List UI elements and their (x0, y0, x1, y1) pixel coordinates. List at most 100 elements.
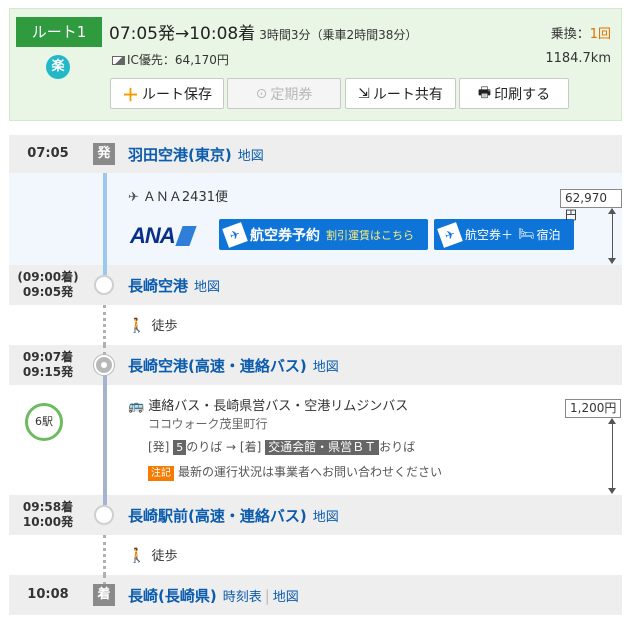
bed-icon: 🛏 (518, 227, 535, 242)
commuter-pass-button[interactable]: ⊙ 定期券 (227, 78, 341, 109)
departure-time: 09:15発 (22, 365, 74, 379)
station-link[interactable]: 長崎空港 (128, 277, 188, 295)
ana-logo-stripe (175, 226, 197, 246)
boarding-platform: 5 (173, 440, 187, 455)
walk-line-end (103, 345, 106, 355)
departure-badge: 発 (93, 143, 115, 165)
walk-label: 徒歩 (151, 549, 178, 564)
station-name: 長崎(長崎県) 時刻表 | 地図 (128, 585, 299, 606)
station-link[interactable]: 長崎(長崎県) (128, 587, 217, 605)
walk-line (103, 535, 106, 575)
flight-line-end (103, 265, 107, 275)
walk-info: 🚶 徒歩 (128, 545, 177, 564)
station-node (94, 505, 114, 525)
airplane-icon: ✈ (128, 190, 139, 205)
fare-range-arrow (608, 208, 616, 264)
boarding-info: [発] 5 のりば → [着] 交通会館・県営ＢＴ おりば (148, 438, 415, 455)
bus-line-name: 連絡バス・長崎県営バス・空港リムジンバス (148, 399, 409, 414)
commuter-pass-label: 定期券 (270, 86, 313, 103)
print-button[interactable]: 🖶 印刷する (459, 78, 569, 109)
flight-booking-banner[interactable]: ✈ 航空券予約 割引運賃はこちら (219, 219, 428, 250)
note-text: 最新の運行状況は事業者へお問い合わせください (178, 465, 443, 479)
ticket-icon: ✈ (222, 221, 248, 248)
discount-fare-label: 割引運賃はこちら (326, 228, 414, 242)
route-label[interactable]: ルート1 (16, 17, 102, 47)
ic-card-icon (112, 56, 125, 65)
arrival-time: (09:00着) (17, 270, 79, 284)
departure-time: 10:00発 (22, 515, 74, 529)
route-duration: 3時間3分（乗車2時間38分） (259, 28, 418, 42)
arrival-badge: 着 (93, 584, 115, 606)
map-link[interactable]: 地図 (313, 510, 339, 525)
walking-person-icon: 🚶 (128, 318, 146, 334)
bus-line (103, 385, 107, 495)
route-distance: 1184.7km (545, 51, 611, 66)
raku-badge-icon: 楽 (46, 55, 70, 79)
route-summary-card: ルート1 楽 07:05発→10:08着 3時間3分（乗車2時間38分） IC優先… (9, 8, 622, 121)
station-name: 羽田空港(東京) 地図 (128, 144, 264, 165)
departure-time: 07:05 (27, 146, 69, 161)
board-dep-label: [発] (148, 440, 170, 454)
transfer-label: 乗換： (550, 27, 590, 42)
station-row-nagasaki-airport: (09:00着) 09:05発 長崎空港 地図 (9, 265, 622, 305)
ana-logo-text: ANA (130, 223, 176, 248)
transfer-count: 乗換：1回 (551, 23, 611, 42)
print-label: 印刷する (494, 86, 551, 103)
flight-hotel-banner[interactable]: ✈ 航空券＋ 🛏 宿泊 (434, 219, 574, 250)
station-name: 長崎空港(高速・連絡バス) 地図 (128, 355, 339, 376)
dep-arr-times: 07:05発→10:08着 (109, 24, 256, 44)
arr-dep-times: (09:00着) 09:05発 (9, 270, 87, 300)
departure-time: 09:05発 (22, 285, 74, 299)
walking-person-icon: 🚶 (128, 548, 146, 564)
map-link[interactable]: 地図 (273, 590, 299, 605)
bus-icon: 🚌 (128, 399, 145, 414)
ic-fare-label: IC優先：64,170円 (127, 53, 229, 67)
ic-fare: IC優先：64,170円 (112, 51, 229, 68)
station-row-haneda: 07:05 発 羽田空港(東京) 地図 (9, 135, 622, 173)
hotel-label: 宿泊 (536, 228, 561, 242)
walk-segment: 🚶 徒歩 (9, 535, 622, 575)
station-link[interactable]: 羽田空港(東京) (128, 146, 232, 164)
save-route-button[interactable]: ＋ルート保存 (110, 78, 224, 109)
transfer-count-value: 1回 (589, 27, 611, 42)
station-name: 長崎空港 地図 (128, 275, 220, 296)
board-mid-label: のりば → [着] (186, 440, 262, 454)
flight-info: ✈ ＡＮＡ2431便 (128, 186, 228, 205)
arr-dep-times: 09:58着 10:00発 (9, 500, 87, 530)
flight-number: ＡＮＡ2431便 (142, 190, 228, 205)
map-link[interactable]: 地図 (313, 360, 339, 375)
station-name: 長崎駅前(高速・連絡バス) 地図 (128, 505, 339, 526)
arrival-time: 09:58着 (22, 500, 74, 514)
share-route-button[interactable]: ⇲ ルート共有 (345, 78, 456, 109)
arr-dep-times: 09:07着 09:15発 (9, 350, 87, 380)
service-note: 注記 最新の運行状況は事業者へお問い合わせください (148, 463, 442, 481)
pass-icon: ⊙ (255, 85, 268, 102)
bus-segment: 6駅 🚌 連絡バス・長崎県営バス・空港リムジンバス ココウォーク茂里町行 [発] … (9, 385, 622, 495)
station-node (94, 275, 114, 295)
timetable-link[interactable]: 時刻表 (223, 590, 262, 605)
bus-stop-node (94, 355, 114, 375)
bus-fare: 1,200円 (565, 399, 622, 418)
arrival-time: 09:07着 (22, 350, 74, 364)
station-link[interactable]: 長崎空港(高速・連絡バス) (128, 357, 307, 375)
walk-info: 🚶 徒歩 (128, 315, 177, 334)
map-link[interactable]: 地図 (238, 149, 264, 164)
flight-booking-label: 航空券予約 (250, 227, 320, 244)
flight-plus-label: 航空券＋ (465, 228, 514, 242)
flight-line (103, 173, 107, 265)
walk-label: 徒歩 (151, 319, 178, 334)
note-tag: 注記 (148, 466, 174, 481)
stop-count[interactable]: 6駅 (25, 403, 63, 441)
arrival-time: 10:08 (27, 587, 69, 602)
ana-logo: ANA (130, 223, 214, 248)
board-end-label: おりば (379, 440, 416, 454)
walk-segment: 🚶 徒歩 (9, 305, 622, 345)
share-route-label: ルート共有 (372, 86, 443, 103)
link-separator: | (264, 587, 270, 605)
flight-segment: ✈ ＡＮＡ2431便 ANA ✈ 航空券予約 割引運賃はこちら ✈ 航空券＋ 🛏 … (9, 173, 622, 265)
station-link[interactable]: 長崎駅前(高速・連絡バス) (128, 507, 307, 525)
route-time-summary: 07:05発→10:08着 3時間3分（乗車2時間38分） (109, 19, 417, 44)
plus-icon: ＋ (122, 86, 139, 106)
map-link[interactable]: 地図 (194, 280, 220, 295)
station-row-airport-bus: 09:07着 09:15発 長崎空港(高速・連絡バス) 地図 (9, 345, 622, 385)
